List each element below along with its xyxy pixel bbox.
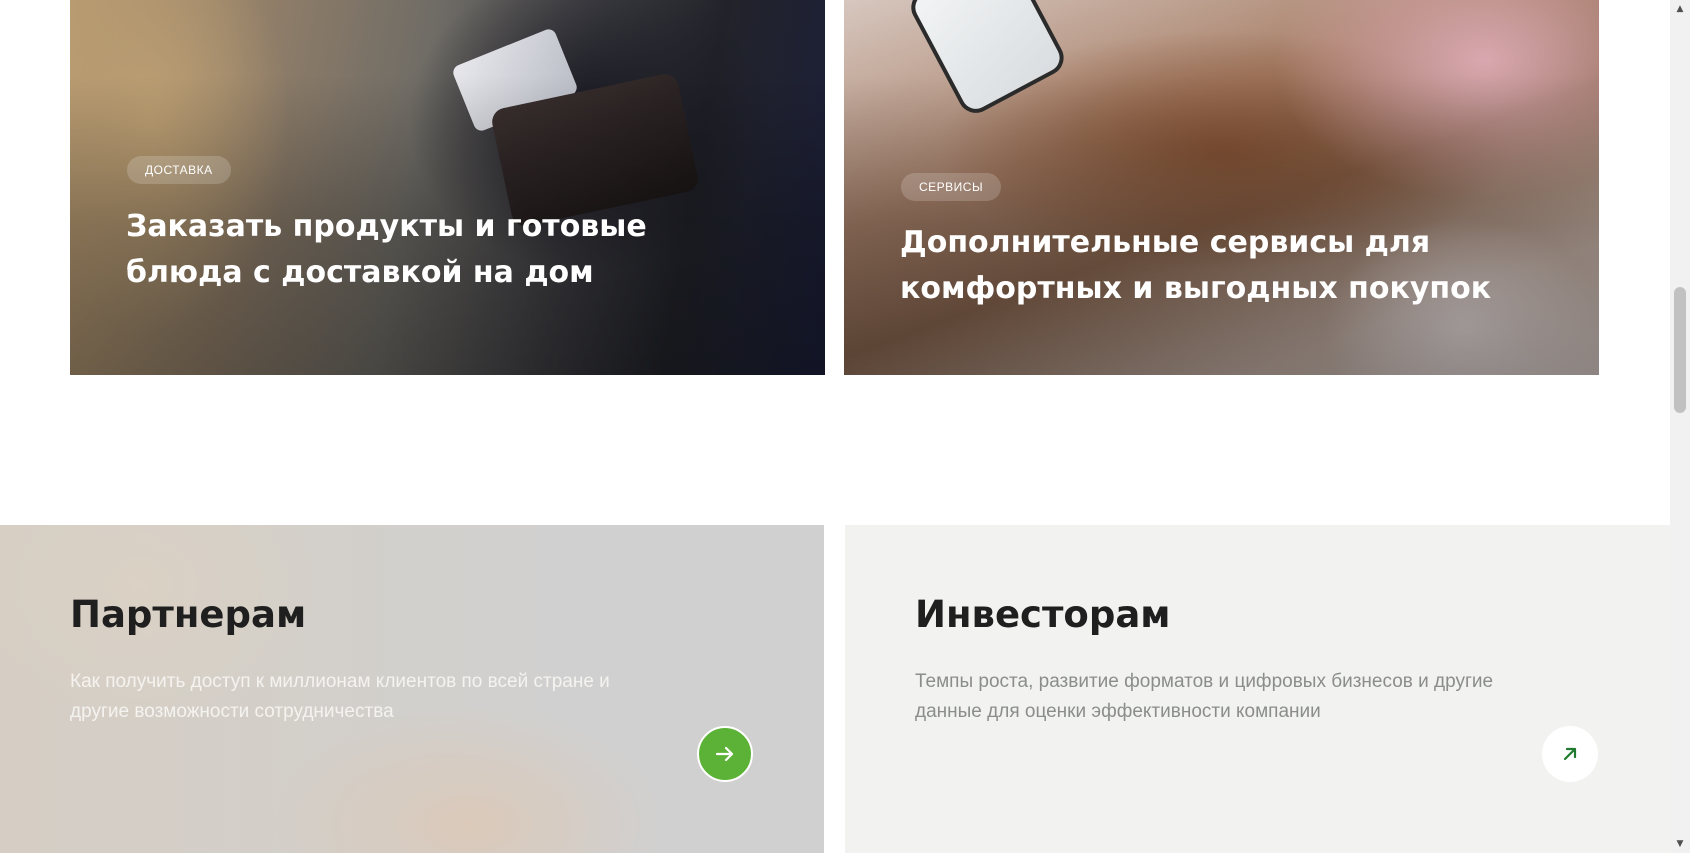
promo-title-line: Заказать продукты и готовые	[126, 209, 647, 244]
promo-title-services: Дополнительные сервисы для комфортных и …	[900, 220, 1540, 312]
promo-title-line: блюда с доставкой на дом	[126, 255, 594, 290]
promo-title-line: комфортных и выгодных покупок	[900, 271, 1492, 306]
description-line: Как получить доступ к миллионам клиентов…	[70, 671, 610, 692]
promo-title-line: Дополнительные сервисы для	[900, 225, 1431, 260]
investors-panel[interactable]: Инвесторам Темпы роста, развитие формато…	[845, 525, 1670, 853]
partners-panel[interactable]: Партнерам Как получить доступ к миллиона…	[0, 525, 824, 853]
promo-card-delivery[interactable]: ДОСТАВКА Заказать продукты и готовые блю…	[70, 0, 825, 375]
investors-description: Темпы роста, развитие форматов и цифровы…	[915, 667, 1575, 727]
description-line: данные для оценки эффективности компании	[915, 701, 1321, 722]
partners-title: Партнерам	[70, 593, 307, 636]
vertical-scrollbar[interactable]: ▲ ▼	[1670, 0, 1690, 853]
page-viewport: ДОСТАВКА Заказать продукты и готовые блю…	[0, 0, 1670, 853]
arrow-right-icon	[715, 746, 734, 762]
scroll-down-arrow-icon[interactable]: ▼	[1670, 835, 1690, 853]
scrollbar-thumb[interactable]	[1674, 287, 1686, 413]
card-overlay	[70, 0, 825, 375]
arrow-up-right-icon	[1563, 747, 1577, 761]
promo-tag-services: СЕРВИСЫ	[901, 173, 1002, 201]
description-line: Темпы роста, развитие форматов и цифровы…	[915, 671, 1494, 692]
description-line: другие возможности сотрудничества	[70, 701, 394, 722]
partners-arrow-button[interactable]	[697, 726, 753, 782]
investors-title: Инвесторам	[915, 593, 1171, 636]
promo-title-delivery: Заказать продукты и готовые блюда с дост…	[126, 204, 686, 296]
investors-arrow-button[interactable]	[1542, 726, 1598, 782]
promo-tag-delivery: ДОСТАВКА	[127, 156, 231, 184]
partners-description: Как получить доступ к миллионам клиентов…	[70, 667, 710, 727]
scroll-up-arrow-icon[interactable]: ▲	[1670, 0, 1690, 18]
